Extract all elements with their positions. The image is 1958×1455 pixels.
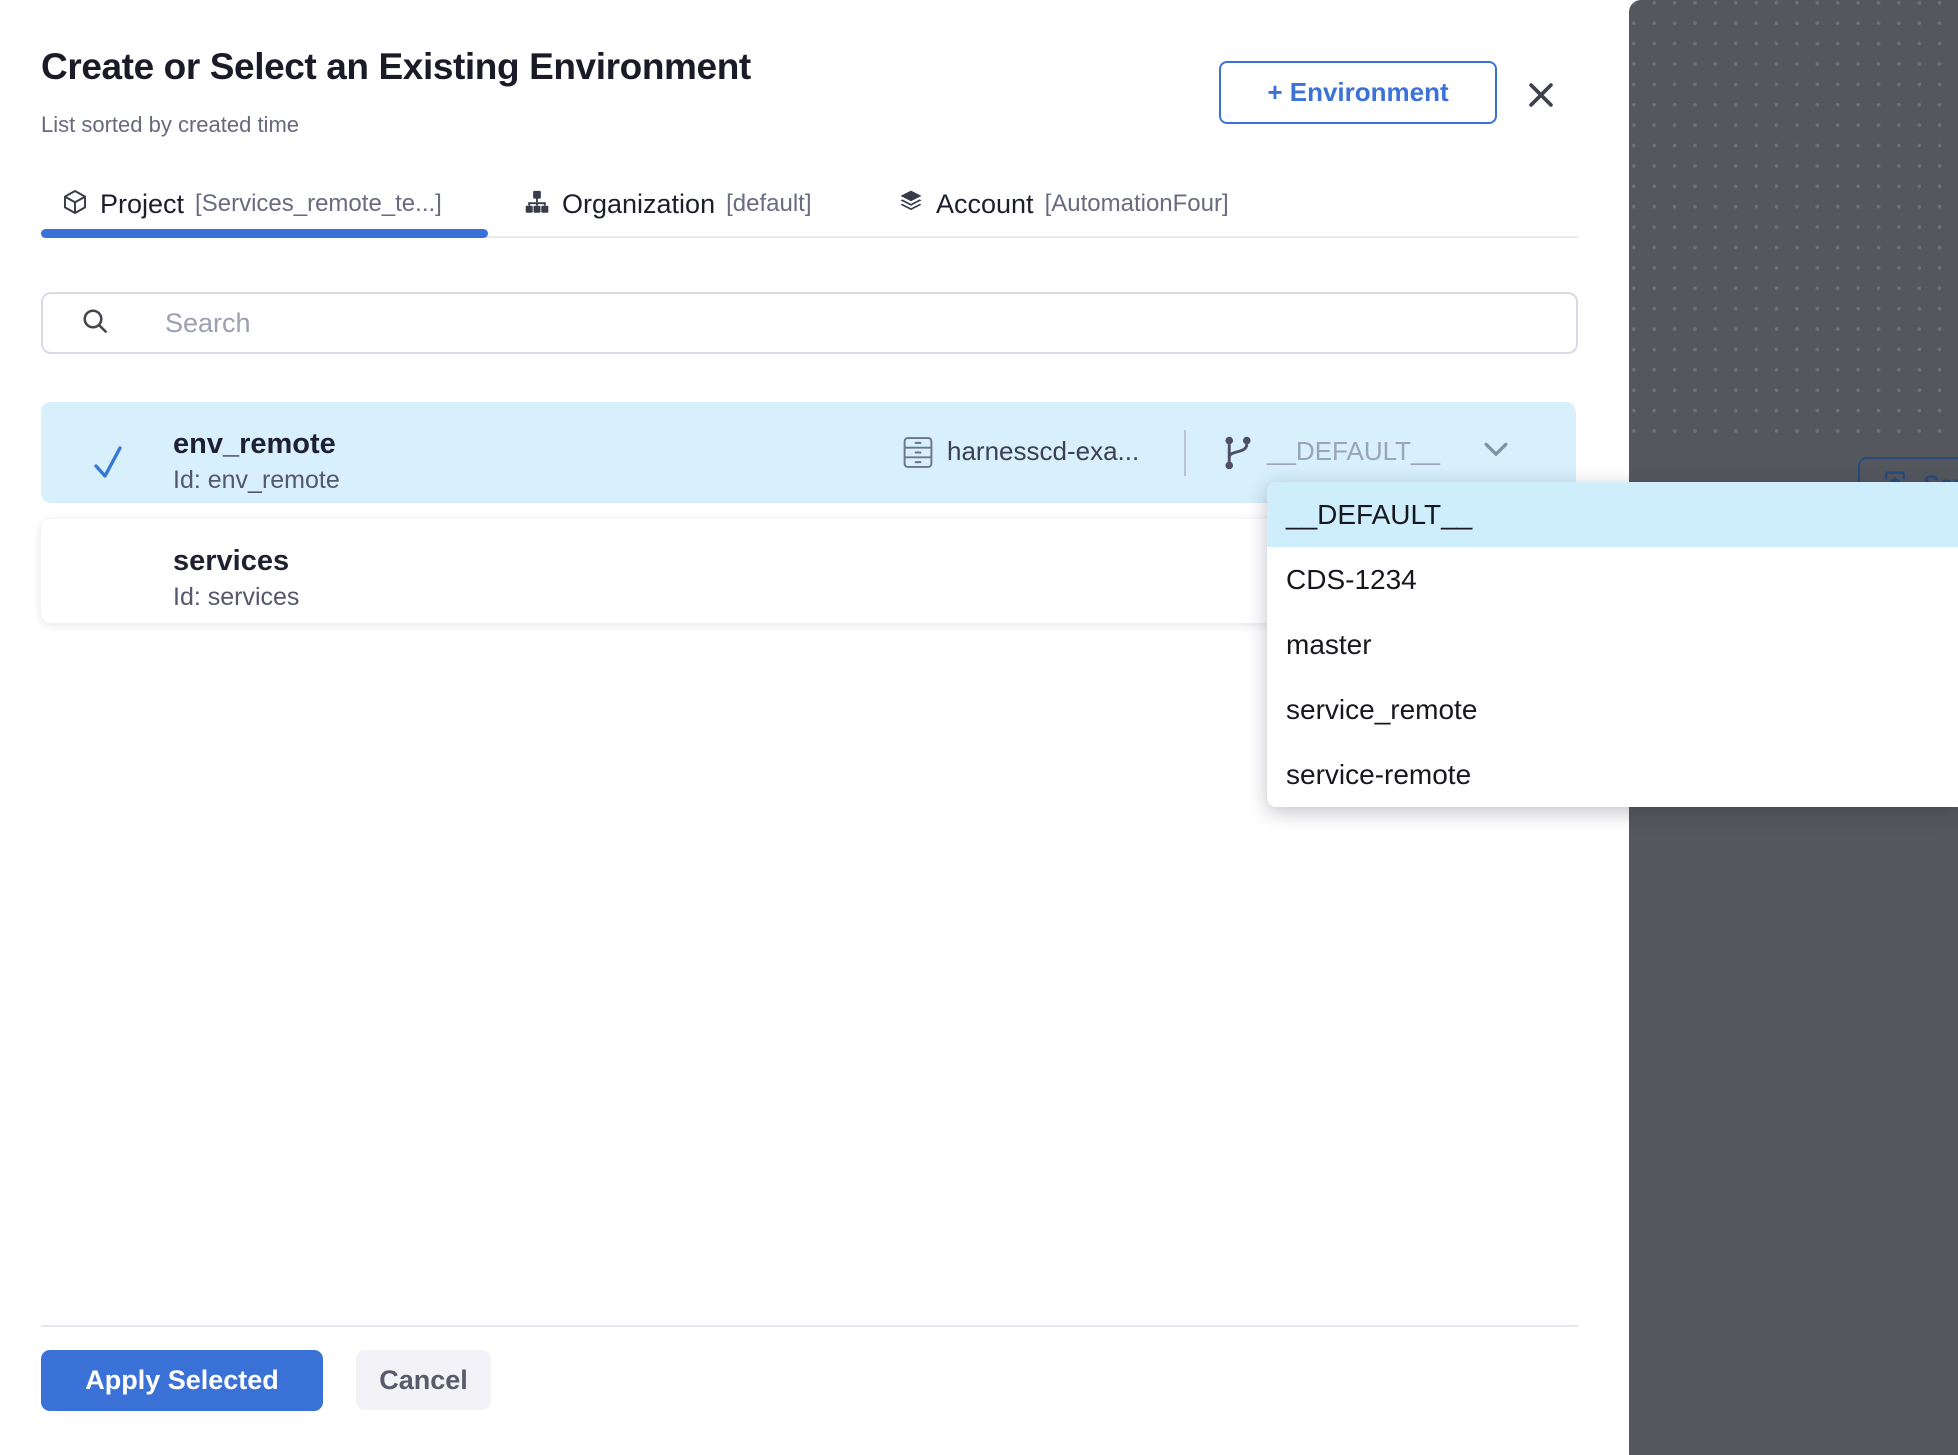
environment-id: Id: env_remote [173,466,340,495]
branch-option-master[interactable]: master [1267,612,1958,677]
close-icon [1524,78,1558,115]
branch-option-service-dash-remote[interactable]: service-remote [1267,742,1958,807]
modal-title: Create or Select an Existing Environment [41,46,751,88]
vertical-divider [1184,430,1186,476]
page: Save Create or Select an Existing Enviro… [0,0,1958,1455]
repository-name: harnesscd-exa... [947,436,1139,467]
canvas-dot-grid [1629,0,1958,443]
branch-option-service-underscore-remote[interactable]: service_remote [1267,677,1958,742]
tab-account-label: Account [936,189,1034,220]
footer-divider [41,1325,1578,1327]
branch-dropdown-menu: __DEFAULT__ CDS-1234 master service_remo… [1267,482,1958,807]
search-icon [43,305,111,342]
environment-name: services [173,545,289,578]
tab-project-scope: [Services_remote_te...] [195,190,442,218]
close-button[interactable] [1518,73,1564,119]
layers-icon [897,188,925,221]
tab-organization[interactable]: Organization [default] [523,184,812,224]
chevron-down-icon[interactable] [1482,440,1510,465]
environment-name: env_remote [173,428,336,461]
tab-project[interactable]: Project [Services_remote_te...] [61,184,442,224]
git-branch-icon [1220,434,1256,477]
tab-account-scope: [AutomationFour] [1045,190,1229,218]
check-icon [91,442,125,487]
apply-selected-button[interactable]: Apply Selected [41,1350,323,1411]
modal-subtitle: List sorted by created time [41,112,299,138]
branch-selector[interactable]: __DEFAULT__ [1267,436,1440,467]
tab-project-label: Project [100,189,184,220]
search-box [41,292,1578,354]
cancel-button[interactable]: Cancel [356,1350,491,1410]
add-environment-button[interactable]: + Environment [1219,61,1497,124]
cube-icon [61,188,89,221]
org-chart-icon [523,188,551,221]
repository-icon [903,435,933,475]
tab-organization-scope: [default] [726,190,811,218]
tab-account[interactable]: Account [AutomationFour] [897,184,1229,224]
branch-option-default[interactable]: __DEFAULT__ [1267,482,1958,547]
search-input[interactable] [163,307,1467,340]
tab-organization-label: Organization [562,189,715,220]
branch-option-cds-1234[interactable]: CDS-1234 [1267,547,1958,612]
active-tab-underline [41,229,488,238]
environment-id: Id: services [173,583,299,612]
